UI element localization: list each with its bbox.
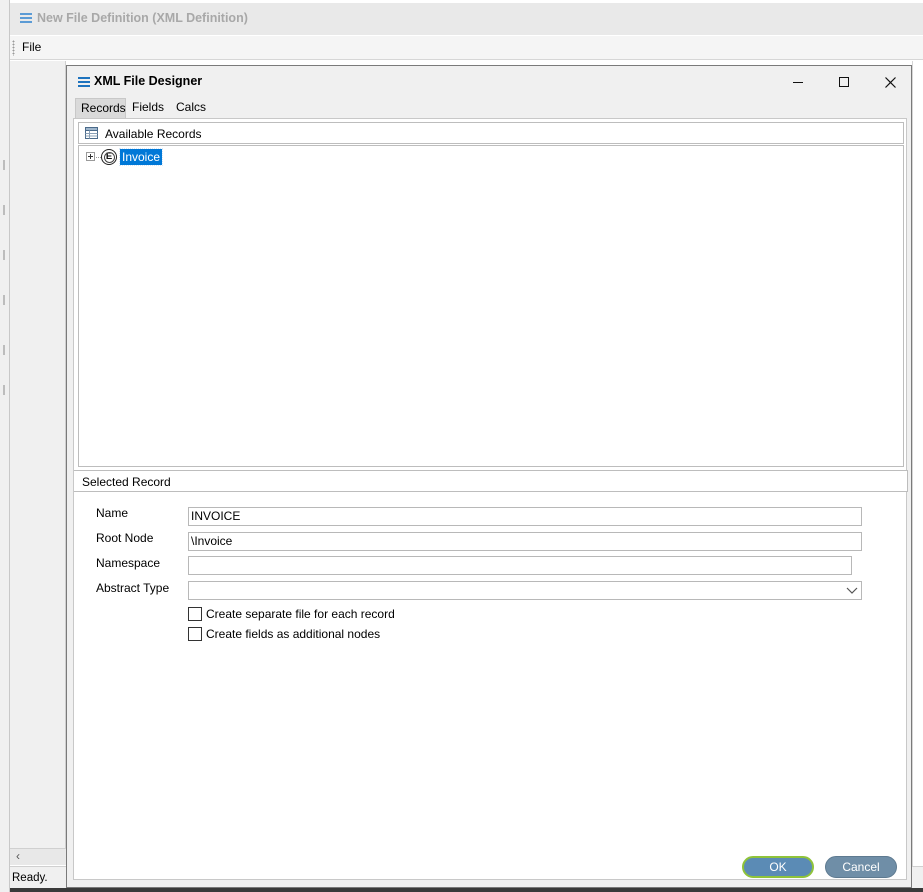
tab-records[interactable]: Records: [75, 98, 126, 118]
element-icon: E: [101, 149, 117, 165]
parent-side-panel: [10, 61, 66, 848]
selected-record-title: Selected Record: [82, 475, 171, 489]
selected-record-header: Selected Record: [74, 470, 908, 492]
ok-button[interactable]: OK: [742, 856, 814, 878]
name-label: Name: [96, 506, 129, 520]
dialog-title-bar[interactable]: XML File Designer: [67, 66, 911, 96]
namespace-label: Namespace: [96, 556, 161, 570]
table-icon: [85, 127, 98, 139]
parent-horizontal-scrollbar[interactable]: ‹: [10, 848, 66, 865]
records-tab-panel: Available Records E Invoice Selected Rec…: [73, 118, 908, 880]
namespace-field[interactable]: [188, 556, 852, 575]
abstract-type-select[interactable]: [188, 581, 862, 600]
parent-menu-bar: File: [10, 36, 923, 60]
maximize-icon: [839, 77, 849, 88]
expand-icon[interactable]: [86, 152, 95, 161]
parent-title-bar: New File Definition (XML Definition): [10, 3, 923, 35]
separate-file-label[interactable]: Create separate file for each record: [206, 607, 395, 621]
taskbar-edge: [10, 888, 923, 892]
parent-window-title: New File Definition (XML Definition): [37, 11, 248, 25]
fields-as-nodes-checkbox[interactable]: [188, 627, 202, 641]
available-records-header: Available Records: [78, 122, 904, 144]
tab-fields[interactable]: Fields: [127, 98, 169, 118]
dialog-title: XML File Designer: [94, 74, 203, 88]
chevron-down-icon[interactable]: [846, 584, 858, 596]
minimize-icon: [793, 81, 803, 83]
parent-left-marks: [3, 160, 9, 400]
fields-as-nodes-label[interactable]: Create fields as additional nodes: [206, 627, 380, 641]
tree-node-label[interactable]: Invoice: [118, 148, 164, 166]
separate-file-checkbox[interactable]: [188, 607, 202, 621]
file-menu[interactable]: File: [22, 40, 41, 54]
maximize-button[interactable]: [821, 66, 867, 96]
abstract-type-label: Abstract Type: [96, 581, 170, 595]
name-field[interactable]: INVOICE: [188, 507, 862, 526]
minimize-button[interactable]: [775, 66, 821, 96]
tab-calcs[interactable]: Calcs: [171, 98, 211, 118]
menu-lines-icon: [20, 13, 32, 23]
cancel-button[interactable]: Cancel: [825, 856, 897, 878]
toolbar-grip-icon[interactable]: [12, 40, 15, 56]
menu-lines-icon: [78, 77, 90, 87]
xml-file-designer-dialog: XML File Designer Records Fields Calcs A…: [66, 65, 912, 888]
close-icon: [884, 76, 896, 88]
root-node-field[interactable]: \Invoice: [188, 532, 862, 551]
records-tree[interactable]: E Invoice: [78, 145, 904, 467]
parent-window-edge: [0, 0, 10, 892]
status-text: Ready.: [12, 872, 48, 884]
close-button[interactable]: [867, 66, 913, 96]
parent-right-panel: [912, 61, 923, 866]
root-node-label: Root Node: [96, 531, 154, 545]
available-records-title: Available Records: [105, 127, 202, 141]
scroll-left-icon[interactable]: ‹: [16, 849, 20, 863]
